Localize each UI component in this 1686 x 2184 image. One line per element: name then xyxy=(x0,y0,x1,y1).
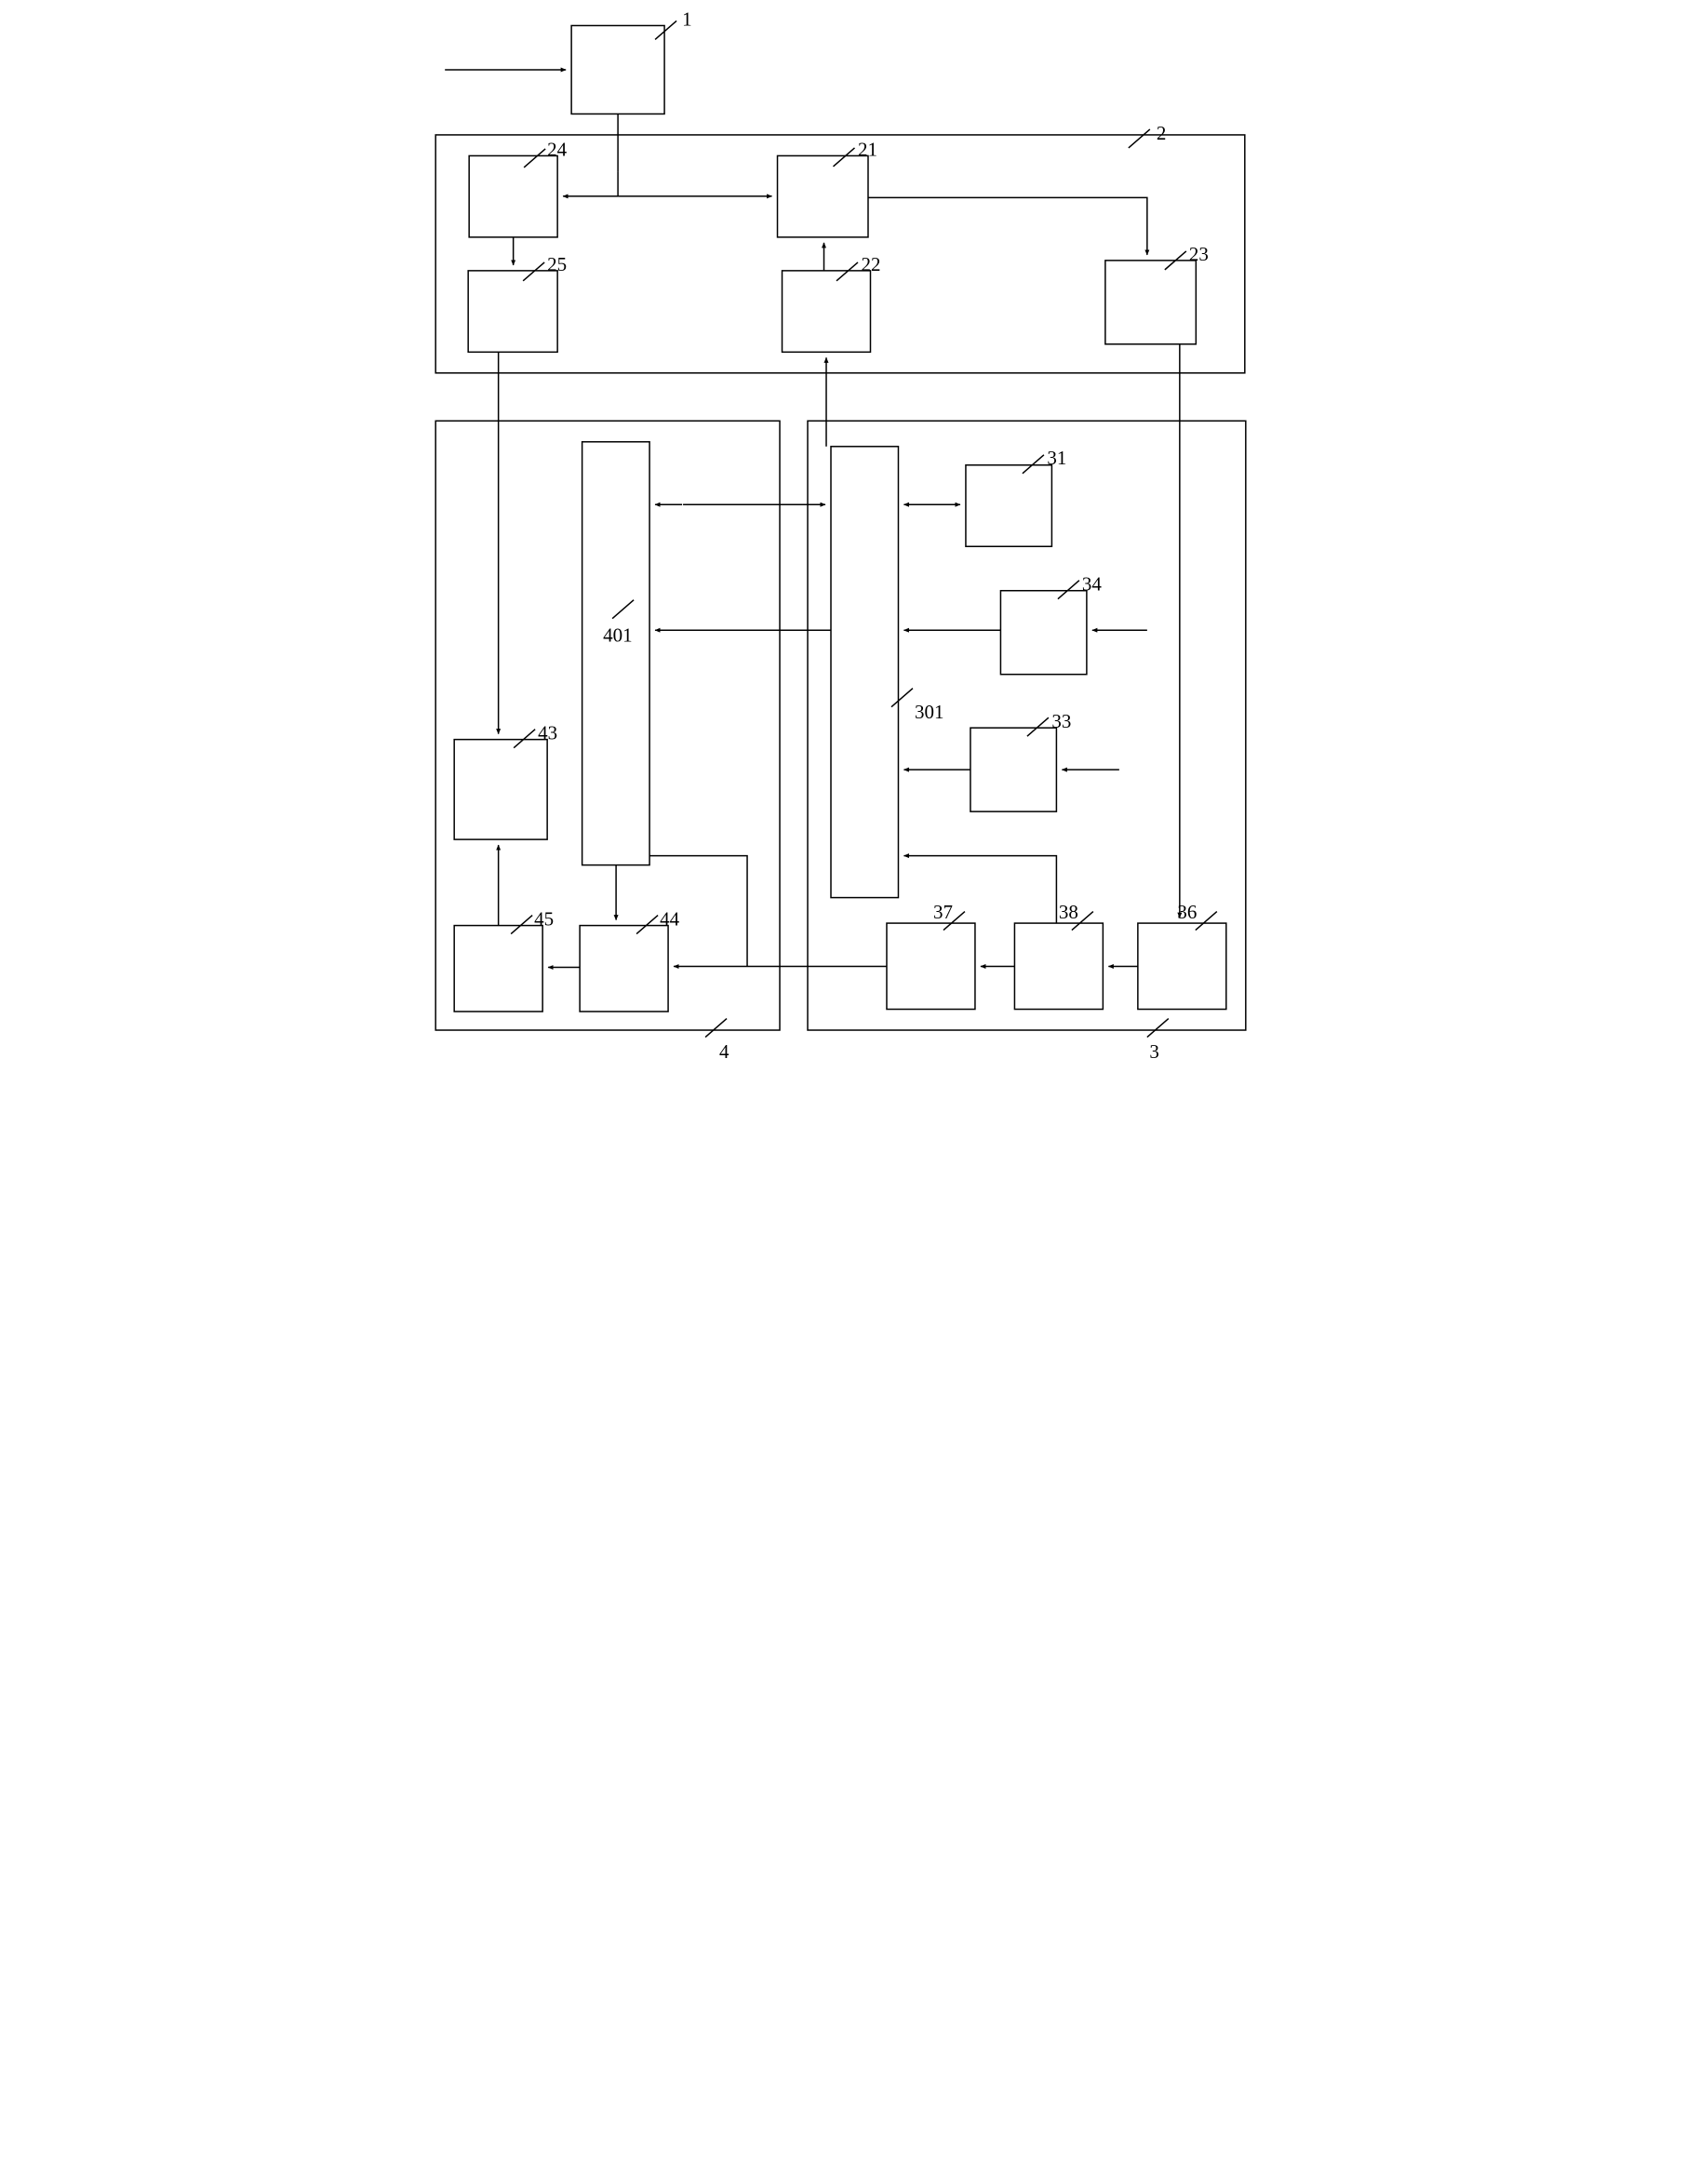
label-23: 23 xyxy=(1189,243,1209,265)
tick-22 xyxy=(836,262,858,281)
block-38 xyxy=(1014,923,1103,1009)
tick-24 xyxy=(524,149,545,167)
block-43 xyxy=(454,740,547,839)
label-38: 38 xyxy=(1059,901,1078,923)
block-37 xyxy=(887,923,975,1009)
tick-4 xyxy=(705,1019,727,1038)
tick-45 xyxy=(511,916,532,934)
block-31 xyxy=(966,465,1051,546)
container-4 xyxy=(435,421,780,1030)
label-1: 1 xyxy=(682,7,692,30)
block-45 xyxy=(454,926,542,1012)
block-44 xyxy=(580,926,668,1012)
tick-36 xyxy=(1196,912,1217,931)
block-36 xyxy=(1138,923,1226,1009)
tick-2 xyxy=(1129,129,1150,148)
tick-31 xyxy=(1023,455,1044,474)
label-33: 33 xyxy=(1051,710,1071,732)
label-301: 301 xyxy=(915,701,943,723)
tick-1 xyxy=(655,20,676,39)
tick-401 xyxy=(612,600,634,619)
block-301 xyxy=(831,447,898,898)
label-401: 401 xyxy=(603,624,632,647)
label-31: 31 xyxy=(1047,447,1066,469)
tick-25 xyxy=(523,262,544,281)
block-diagram: 1 2 24 21 25 22 23 4 401 43 xyxy=(422,0,1264,1092)
label-43: 43 xyxy=(538,722,557,744)
block-22 xyxy=(783,271,871,352)
arrow-21-23 xyxy=(868,197,1147,254)
label-37: 37 xyxy=(933,901,953,923)
block-23 xyxy=(1105,261,1196,344)
tick-301 xyxy=(891,689,913,707)
block-25 xyxy=(468,271,557,352)
block-33 xyxy=(970,728,1056,811)
tick-43 xyxy=(514,730,535,748)
label-25: 25 xyxy=(547,253,567,275)
label-24: 24 xyxy=(547,138,567,160)
tick-34 xyxy=(1058,581,1079,599)
label-21: 21 xyxy=(858,138,877,160)
label-4: 4 xyxy=(719,1040,729,1063)
label-2: 2 xyxy=(1157,122,1167,144)
tick-33 xyxy=(1027,717,1049,736)
label-34: 34 xyxy=(1082,573,1102,596)
block-401 xyxy=(582,442,649,865)
tick-3 xyxy=(1147,1019,1169,1038)
tick-44 xyxy=(636,916,658,934)
label-3: 3 xyxy=(1149,1040,1159,1063)
block-24 xyxy=(469,155,557,236)
block-21 xyxy=(778,155,868,236)
label-44: 44 xyxy=(660,908,679,931)
tick-21 xyxy=(834,148,855,167)
arrow-38-301 xyxy=(903,856,1056,923)
label-45: 45 xyxy=(534,908,554,931)
block-34 xyxy=(1000,591,1086,675)
label-22: 22 xyxy=(861,253,880,275)
block-1 xyxy=(571,25,664,114)
